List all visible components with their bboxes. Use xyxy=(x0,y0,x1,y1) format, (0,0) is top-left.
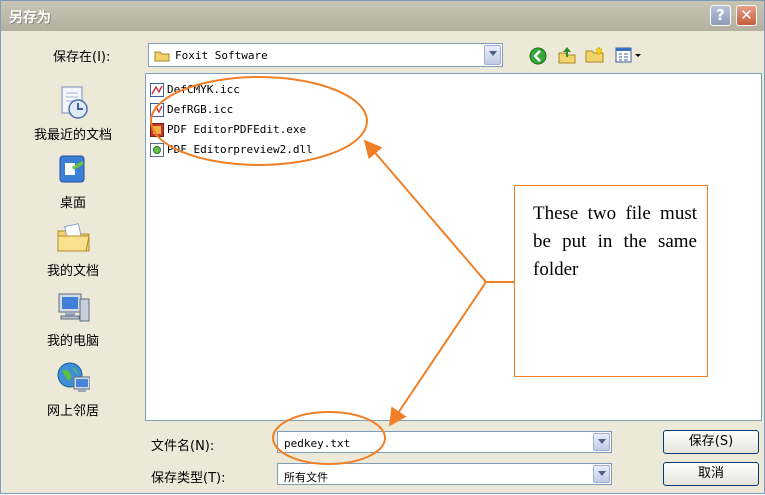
list-item[interactable]: PDF Editorpreview2.dll xyxy=(150,143,313,161)
filetype-value: 所有文件 xyxy=(284,471,328,484)
place-my-computer[interactable]: 我的电脑 xyxy=(9,291,137,349)
my-documents-icon xyxy=(57,223,90,252)
exe-file-icon xyxy=(150,123,164,137)
icc-file-icon xyxy=(150,83,164,97)
save-button[interactable]: 保存(S) xyxy=(663,430,759,454)
filetype-dropdown-button[interactable] xyxy=(593,465,610,483)
place-my-documents[interactable]: 我的文档 xyxy=(9,221,137,279)
list-item[interactable]: PDF EditorPDFEdit.exe xyxy=(150,123,306,141)
list-item[interactable]: DefRGB.icc xyxy=(150,103,233,121)
place-label: 桌面 xyxy=(59,196,86,211)
places-bar: 我最近的文档 桌面 我的文档 我的电脑 网上邻居 xyxy=(9,73,137,421)
folder-icon xyxy=(154,51,170,62)
filetype-select[interactable]: 所有文件 xyxy=(277,463,612,485)
window-title: 另存为 xyxy=(9,10,51,26)
save-as-dialog: 另存为 ? ✕ 保存在(I): Foxit Software 我最近的文档 桌面… xyxy=(0,0,765,494)
save-in-label: 保存在(I): xyxy=(53,50,111,65)
save-in-value: Foxit Software xyxy=(175,49,268,62)
file-name: DefCMYK.icc xyxy=(167,83,240,96)
back-icon[interactable] xyxy=(529,47,547,65)
filetype-label: 保存类型(T): xyxy=(151,471,226,486)
dll-file-icon xyxy=(150,143,164,157)
place-recent-documents[interactable]: 我最近的文档 xyxy=(9,85,137,143)
up-folder-icon[interactable] xyxy=(557,45,577,65)
place-label: 我最近的文档 xyxy=(33,128,112,143)
file-name: DefRGB.icc xyxy=(167,103,234,116)
annotation-callout: These two file must be put in the same f… xyxy=(514,185,708,377)
list-item[interactable]: DefCMYK.icc xyxy=(150,83,240,101)
filename-input[interactable]: pedkey.txt xyxy=(277,431,612,453)
place-network[interactable]: 网上邻居 xyxy=(9,361,137,419)
help-button[interactable]: ? xyxy=(710,5,731,26)
my-computer-icon xyxy=(58,293,90,322)
title-bar: 另存为 ? ✕ xyxy=(1,1,764,31)
annotation-text: These two file must be put in the same f… xyxy=(533,203,697,280)
place-label: 我的文档 xyxy=(46,264,99,279)
save-in-combo[interactable]: Foxit Software xyxy=(148,43,503,67)
network-places-icon xyxy=(57,362,91,392)
new-folder-icon[interactable] xyxy=(585,46,605,64)
place-desktop[interactable]: 桌面 xyxy=(9,153,137,211)
place-label: 网上邻居 xyxy=(46,404,99,419)
icc-file-icon xyxy=(150,103,164,117)
place-label: 我的电脑 xyxy=(46,334,99,349)
cancel-button[interactable]: 取消 xyxy=(663,462,759,486)
filename-value: pedkey.txt xyxy=(284,437,351,450)
filename-label: 文件名(N): xyxy=(151,439,215,454)
recent-documents-icon xyxy=(61,86,88,119)
file-name: PDF Editorpreview2.dll xyxy=(167,143,313,156)
view-menu-icon[interactable] xyxy=(615,47,643,63)
close-button[interactable]: ✕ xyxy=(736,5,757,26)
file-list[interactable]: DefCMYK.icc DefRGB.icc PDF EditorPDFEdit… xyxy=(145,73,762,421)
save-in-dropdown-button[interactable] xyxy=(484,45,501,65)
filename-dropdown-button[interactable] xyxy=(593,433,610,451)
file-name: PDF EditorPDFEdit.exe xyxy=(167,123,307,136)
desktop-icon xyxy=(59,155,85,183)
